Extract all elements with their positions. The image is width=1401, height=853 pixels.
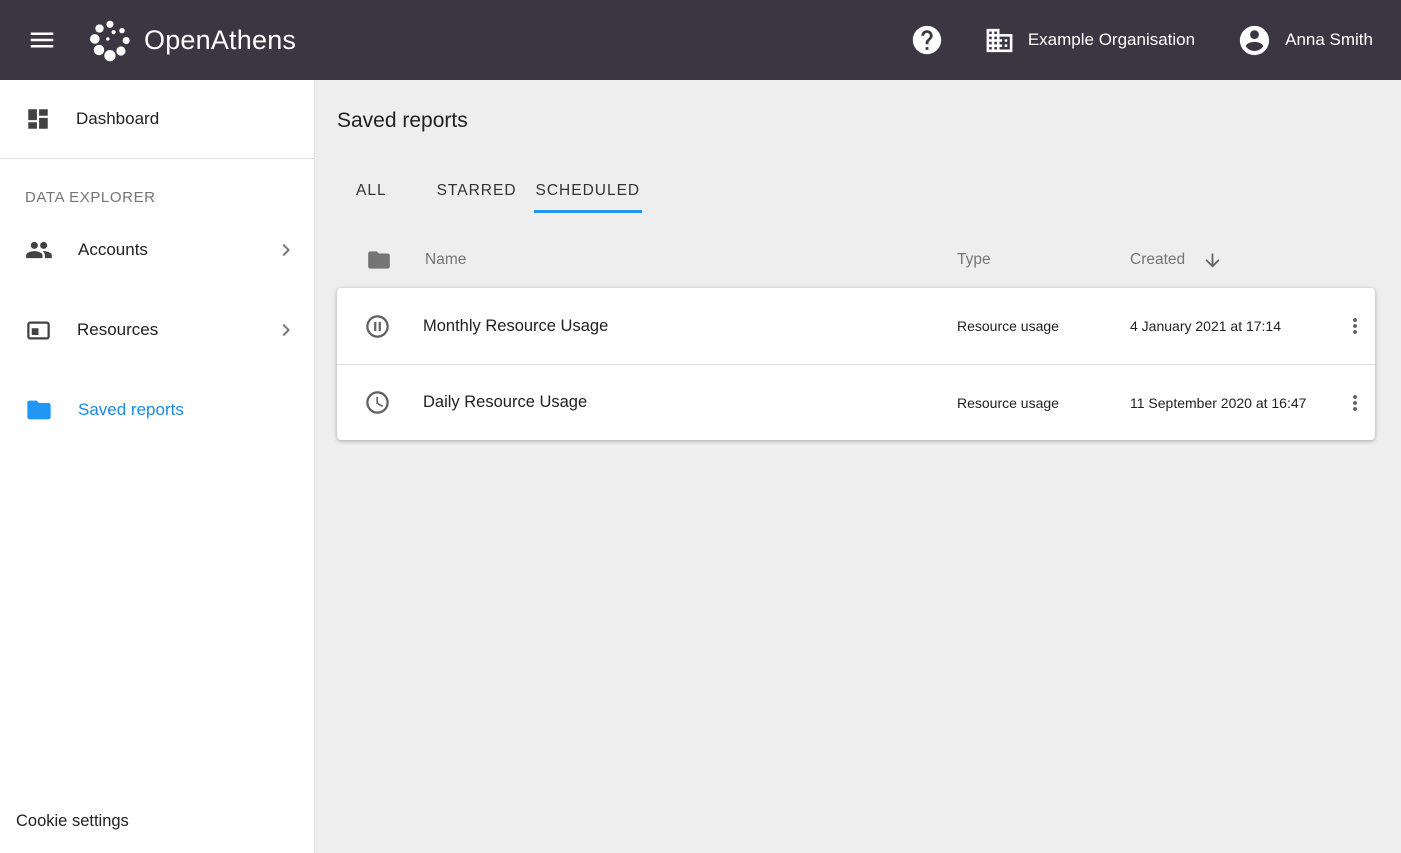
saved-reports-list: Monthly Resource Usage Resource usage 4 …	[337, 288, 1375, 440]
sidebar-item-label: Resources	[77, 320, 158, 340]
sidebar-item-accounts[interactable]: Accounts	[0, 210, 314, 290]
page-title: Saved reports	[337, 109, 1375, 133]
row-menu-button[interactable]	[1340, 388, 1370, 418]
sidebar: Dashboard DATA EXPLORER Accounts Resourc…	[0, 80, 315, 853]
chevron-right-icon	[274, 318, 298, 342]
sidebar-section-label: DATA EXPLORER	[0, 159, 314, 210]
pause-circle-icon	[337, 313, 423, 340]
help-icon[interactable]	[910, 23, 944, 57]
sidebar-item-label: Saved reports	[78, 400, 184, 420]
sidebar-item-label: Accounts	[78, 240, 148, 260]
page-layout: Dashboard DATA EXPLORER Accounts Resourc…	[0, 80, 1401, 853]
topbar-right: Example Organisation Anna Smith	[910, 23, 1373, 58]
table-row[interactable]: Daily Resource Usage Resource usage 11 S…	[337, 364, 1375, 440]
building-icon	[984, 25, 1015, 56]
tab-scheduled[interactable]: SCHEDULED	[534, 174, 643, 213]
more-vert-icon	[1343, 391, 1367, 415]
more-vert-icon	[1343, 314, 1367, 338]
clock-icon	[337, 389, 423, 416]
report-type: Resource usage	[957, 395, 1130, 411]
chevron-right-icon	[274, 238, 298, 262]
organisation-selector[interactable]: Example Organisation	[984, 25, 1195, 56]
report-created: 4 January 2021 at 17:14	[1130, 318, 1335, 334]
tab-bar: ALL STARRED SCHEDULED	[354, 174, 1375, 213]
column-header-name[interactable]: Name	[425, 251, 957, 269]
brand-name: OpenAthens	[144, 25, 296, 56]
report-created: 11 September 2020 at 16:47	[1130, 395, 1335, 411]
folder-icon	[25, 396, 53, 424]
sidebar-item-saved-reports[interactable]: Saved reports	[0, 370, 314, 450]
tab-starred[interactable]: STARRED	[435, 174, 519, 213]
menu-icon[interactable]	[26, 24, 58, 56]
column-header-created[interactable]: Created	[1130, 250, 1335, 271]
table-header: Name Type Created	[337, 240, 1375, 280]
user-name: Anna Smith	[1285, 30, 1373, 50]
row-menu-button[interactable]	[1340, 311, 1370, 341]
folder-icon	[339, 247, 425, 273]
people-icon	[25, 236, 53, 264]
top-app-bar: OpenAthens Example Organisation Anna Smi…	[0, 0, 1401, 80]
main-content: Saved reports ALL STARRED SCHEDULED Name…	[315, 80, 1401, 853]
report-name: Monthly Resource Usage	[423, 317, 957, 336]
cookie-settings-link[interactable]: Cookie settings	[16, 812, 129, 831]
brand-logo: OpenAthens	[88, 17, 296, 63]
organisation-name: Example Organisation	[1028, 30, 1195, 50]
sidebar-item-resources[interactable]: Resources	[0, 290, 314, 370]
sort-descending-icon	[1202, 250, 1223, 271]
avatar-icon	[1237, 23, 1272, 58]
report-name: Daily Resource Usage	[423, 393, 957, 412]
sidebar-item-dashboard[interactable]: Dashboard	[0, 80, 314, 159]
report-type: Resource usage	[957, 318, 1130, 334]
tab-all[interactable]: ALL	[354, 174, 389, 213]
sidebar-item-label: Dashboard	[76, 109, 159, 129]
dashboard-icon	[25, 106, 51, 132]
resources-icon	[25, 317, 52, 344]
openathens-logo-icon	[88, 17, 134, 63]
column-header-type[interactable]: Type	[957, 251, 1130, 269]
table-row[interactable]: Monthly Resource Usage Resource usage 4 …	[337, 288, 1375, 364]
user-menu[interactable]: Anna Smith	[1237, 23, 1373, 58]
